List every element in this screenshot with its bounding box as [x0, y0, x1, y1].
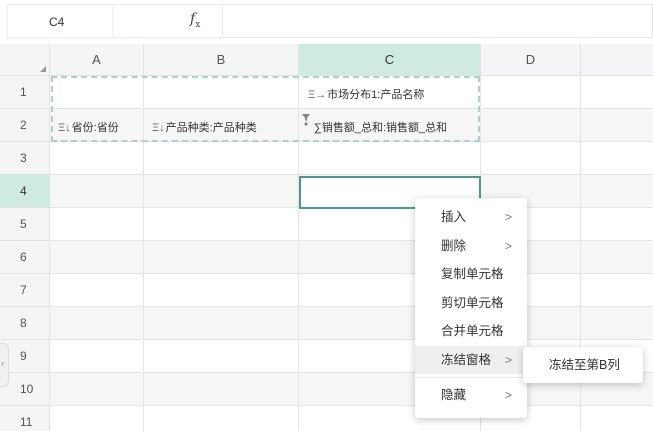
column-header-d[interactable]: D — [481, 44, 581, 76]
column-field-icon: Ξ→ — [308, 89, 327, 101]
row-header-1[interactable]: 1 — [0, 76, 50, 109]
row-header-2[interactable]: 2 — [0, 109, 50, 142]
cell-c1-text: 市场分布1:产品名称 — [327, 89, 425, 101]
cell-a2-text: 省份:省份 — [71, 122, 119, 134]
formula-input[interactable] — [222, 4, 653, 38]
chevron-right-icon: > — [505, 352, 513, 367]
fx-icon: fx — [190, 11, 200, 30]
row-field-icon: Ξ↓ — [58, 122, 71, 134]
cell-a2[interactable]: Ξ↓省份:省份 — [58, 119, 119, 135]
insert-function-button[interactable]: fx — [114, 4, 222, 38]
table-row — [50, 208, 653, 241]
row-field-icon: Ξ↓ — [152, 122, 165, 134]
formula-bar: C4 fx — [0, 0, 653, 44]
side-panel-toggle[interactable]: › — [0, 343, 9, 387]
column-header-c[interactable]: C — [299, 44, 481, 76]
menu-item-cut-cell[interactable]: 剪切单元格 — [415, 289, 527, 318]
chevron-right-icon: › — [1, 358, 4, 368]
row-header-3[interactable]: 3 — [0, 142, 50, 175]
menu-item-label: 剪切单元格 — [441, 295, 504, 310]
table-row — [50, 142, 653, 175]
table-row — [50, 307, 653, 340]
row-header-4[interactable]: 4 — [0, 175, 50, 208]
name-box[interactable]: C4 — [7, 4, 113, 38]
select-all-corner[interactable] — [0, 44, 50, 76]
row-header-11[interactable]: 11 — [0, 406, 50, 431]
cell-c1[interactable]: Ξ→市场分布1:产品名称 — [308, 86, 424, 102]
menu-item-label: 合并单元格 — [441, 324, 504, 338]
menu-item-label: 插入 — [441, 210, 467, 224]
table-row — [50, 406, 653, 431]
cell-reference: C4 — [49, 15, 65, 29]
chevron-right-icon: > — [505, 388, 513, 402]
chevron-right-icon: > — [505, 210, 513, 224]
menu-item-label: 复制单元格 — [441, 267, 504, 281]
menu-item-hide[interactable]: 隐藏 > — [415, 381, 527, 410]
row-header-6[interactable]: 6 — [0, 241, 50, 274]
cell-b2[interactable]: Ξ↓产品种类:产品种类 — [152, 119, 257, 135]
menu-item-label: 隐藏 — [441, 388, 467, 402]
cell-c2[interactable]: ∑销售额_总和:销售额_总和 — [314, 119, 447, 135]
row-header-5[interactable]: 5 — [0, 208, 50, 241]
menu-item-merge-cells[interactable]: 合并单元格 — [415, 317, 527, 346]
column-header-a[interactable]: A — [50, 44, 144, 76]
menu-item-freeze-panes[interactable]: 冻结窗格 > — [415, 345, 527, 374]
row-header-7[interactable]: 7 — [0, 274, 50, 307]
menu-item-delete[interactable]: 删除 > — [415, 232, 527, 261]
column-divider — [143, 76, 144, 431]
menu-item-label: 冻结窗格 — [441, 352, 492, 367]
menu-item-label: 删除 — [441, 238, 467, 253]
menu-separator — [415, 377, 527, 378]
column-header-e[interactable] — [581, 44, 653, 76]
row-header-8[interactable]: 8 — [0, 307, 50, 340]
table-row — [50, 241, 653, 274]
fx-subscript: x — [195, 19, 201, 30]
column-divider — [298, 76, 299, 431]
column-header-b[interactable]: B — [144, 44, 299, 76]
filter-icon[interactable] — [302, 114, 310, 126]
submenu-freeze-to-column-b[interactable]: 冻结至第B列 — [523, 347, 643, 383]
cell-b2-text: 产品种类:产品种类 — [165, 122, 257, 134]
context-menu: 插入 > 删除 > 复制单元格 剪切单元格 合并单元格 冻结窗格 > 隐藏 > — [415, 198, 527, 418]
menu-item-copy-cell[interactable]: 复制单元格 — [415, 260, 527, 289]
corner-triangle-icon — [40, 66, 46, 72]
table-row — [50, 274, 653, 307]
chevron-right-icon: > — [505, 238, 513, 253]
menu-item-insert[interactable]: 插入 > — [415, 203, 527, 232]
